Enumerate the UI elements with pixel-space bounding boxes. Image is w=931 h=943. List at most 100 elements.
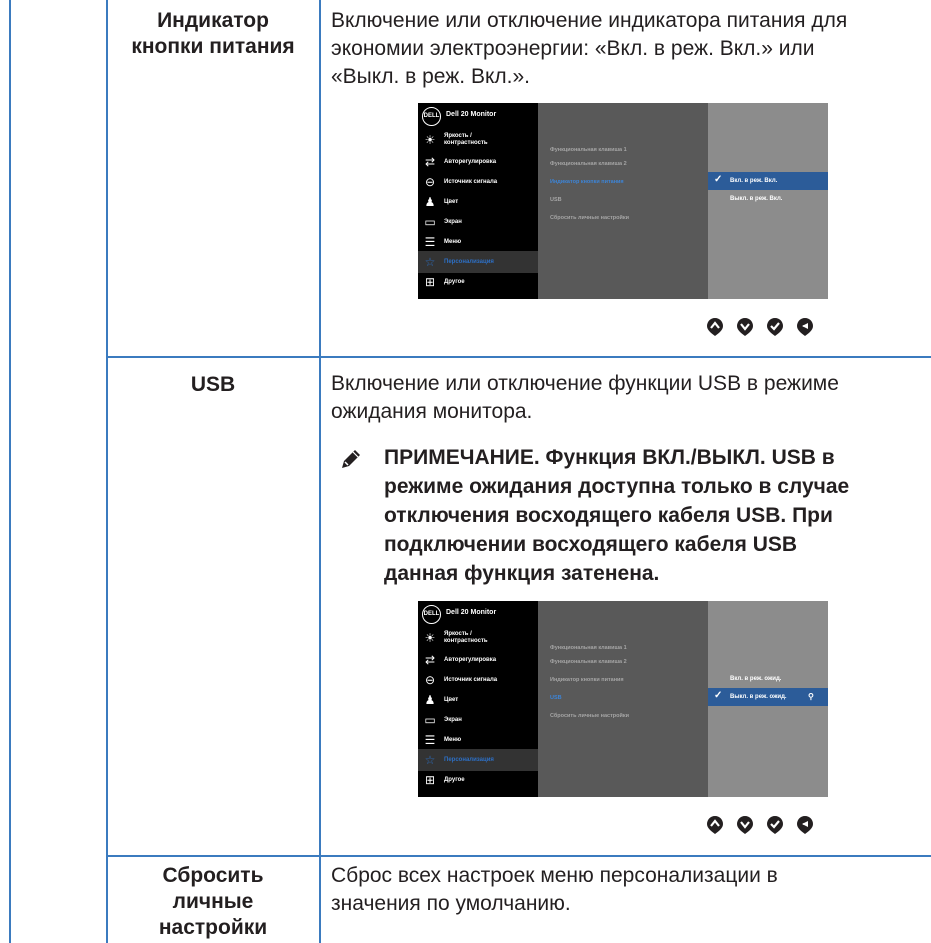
row-label-power-indicator: Индикатор кнопки питания [108,8,318,60]
label-line: кнопки питания [131,35,295,58]
nav-ok-icon[interactable] [766,815,784,835]
table-border-left [9,0,11,943]
note-pencil-icon [339,447,363,471]
desc-line: ожидания монитора. [331,400,533,423]
dell-logo: DELL [422,605,441,624]
note-line: режиме ожидания доступна только в случае [384,475,850,498]
brightness-icon: ☀ [424,133,436,147]
osd-menu-item[interactable]: ⊖ Источник сигнала [418,669,538,691]
color-icon: ♟ [424,693,436,707]
label-line: USB [190,373,236,396]
osd-nav-buttons [706,317,836,339]
color-icon: ♟ [424,195,436,209]
osd-submenu-item[interactable]: Функциональная клавиша 1 [550,645,627,651]
osd-menu-label: Авторегулировка [444,159,497,165]
osd-menu-label: Яркость / контрастность [444,631,488,644]
row-divider-2 [106,855,931,857]
osd-menu-item[interactable]: ☀ Яркость / контрастность [418,129,538,151]
osd-submenu-item[interactable]: Индикатор кнопки питания [550,179,624,185]
brightness-icon: ☀ [424,631,436,645]
table-border-col1 [106,0,108,943]
osd-menu-label: Персонализация [444,757,494,763]
nav-down-icon[interactable] [736,317,754,337]
osd-screenshot-usb: DELL Dell 20 Monitor ☀ Яркость / контрастно… [418,601,828,797]
label-line: Сбросить [162,864,264,887]
osd-option[interactable]: ✓ Выкл. в реж. ожид. ⚲ [708,688,828,706]
osd-menu-label: Экран [444,717,462,723]
display-icon: ▭ [424,713,436,727]
note-line: отключения восходящего кабеля USB. При [384,504,833,527]
osd-menu-item[interactable]: ☀ Яркость / контрастность [418,627,538,649]
row-desc-reset-personal: Сброс всех настроек меню персонализации … [331,862,931,918]
osd-submenu-item[interactable]: Функциональная клавиша 2 [550,659,627,665]
nav-ok-icon[interactable] [766,317,784,337]
input-source-icon: ⊖ [424,673,436,687]
row-divider-1 [106,356,931,358]
table-border-col2 [319,0,321,943]
desc-line: значения по умолчанию. [331,892,571,915]
osd-main-menu: DELL Dell 20 Monitor ☀ Яркость / контрастно… [418,103,538,299]
osd-submenu-item[interactable]: Сбросить личные настройки [550,215,629,221]
star-icon: ☆ [424,255,436,269]
label-line: личные [172,890,254,913]
osd-submenu-panel [538,601,708,797]
osd-menu-item[interactable]: ⇄ Авторегулировка [418,649,538,671]
osd-menu-label: Персонализация [444,259,494,265]
osd-menu-label: Цвет [444,199,459,205]
osd-submenu-item[interactable]: Функциональная клавиша 1 [550,147,627,153]
osd-menu-item[interactable]: ☰ Меню [418,231,538,253]
osd-menu-label: Другое [444,279,465,285]
dell-logo: DELL [422,107,441,126]
osd-menu-item[interactable]: ▭ Экран [418,211,538,233]
osd-option[interactable]: Вкл. в реж. ожид. [708,670,828,688]
other-icon: ⊞ [424,773,436,787]
osd-menu-item[interactable]: ⊞ Другое [418,271,538,293]
display-icon: ▭ [424,215,436,229]
desc-line: экономии электроэнергии: «Вкл. в реж. Вк… [331,37,815,60]
osd-submenu-item[interactable]: Индикатор кнопки питания [550,677,624,683]
osd-menu-item[interactable]: ♟ Цвет [418,191,538,213]
osd-option-label: Выкл. в реж. ожид. [730,694,787,700]
auto-adjust-icon: ⇄ [424,155,436,169]
osd-menu-item[interactable]: ☰ Меню [418,729,538,751]
other-icon: ⊞ [424,275,436,289]
usb-icon: ⚲ [808,692,814,701]
nav-up-icon[interactable] [706,815,724,835]
osd-menu-item[interactable]: ⊞ Другое [418,769,538,791]
osd-submenu-item[interactable]: Сбросить личные настройки [550,713,629,719]
osd-menu-item[interactable]: ⊖ Источник сигнала [418,171,538,193]
osd-menu-label: Яркость / контрастность [444,133,488,146]
osd-menu-item[interactable]: ☆ Персонализация [418,251,538,273]
osd-submenu-item[interactable]: USB [550,197,562,203]
osd-option-label: Выкл. в реж. Вкл. [730,196,783,202]
row-label-usb: USB [108,372,318,398]
osd-title: Dell 20 Monitor [446,609,497,616]
osd-menu-label: Меню [444,737,462,743]
osd-submenu-panel [538,103,708,299]
checkmark-icon: ✓ [714,690,723,701]
osd-option-label: Вкл. в реж. ожид. [730,676,782,682]
osd-menu-item[interactable]: ⇄ Авторегулировка [418,151,538,173]
row-desc-power-indicator: Включение или отключение индикатора пита… [331,7,931,91]
osd-option[interactable]: Выкл. в реж. Вкл. [708,190,828,208]
osd-option[interactable]: ✓ Вкл. в реж. Вкл. [708,172,828,190]
nav-up-icon[interactable] [706,317,724,337]
osd-submenu-item[interactable]: USB [550,695,562,701]
osd-header: DELL Dell 20 Monitor [418,103,538,129]
osd-menu-item[interactable]: ▭ Экран [418,709,538,731]
menu-icon: ☰ [424,733,436,747]
row-label-reset-personal: Сбросить личные настройки [108,863,318,941]
osd-menu-label: Цвет [444,697,459,703]
label-line: настройки [158,916,268,939]
star-icon: ☆ [424,753,436,767]
label-line: Индикатор [157,9,269,32]
osd-menu-label: Меню [444,239,462,245]
osd-menu-label: Источник сигнала [444,677,498,683]
osd-submenu-item[interactable]: Функциональная клавиша 2 [550,161,627,167]
nav-back-icon[interactable] [796,317,814,337]
osd-header: DELL Dell 20 Monitor [418,601,538,627]
osd-menu-item[interactable]: ☆ Персонализация [418,749,538,771]
nav-down-icon[interactable] [736,815,754,835]
osd-menu-item[interactable]: ♟ Цвет [418,689,538,711]
nav-back-icon[interactable] [796,815,814,835]
